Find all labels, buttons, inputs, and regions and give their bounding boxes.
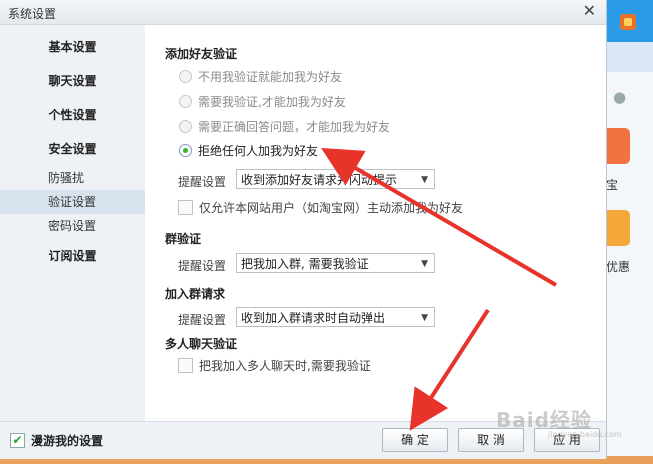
group-verify-heading: 群验证: [165, 232, 202, 246]
sidebar-item-basic[interactable]: 基本设置: [0, 35, 145, 59]
radio-label: 需要我验证,才能加我为好友: [198, 95, 346, 109]
multi-chat-heading: 多人聊天验证: [165, 337, 238, 351]
chevron-down-icon: ▼: [421, 259, 428, 269]
radio-answer-question[interactable]: 需要正确回答问题，才能加我为好友: [179, 117, 390, 137]
roam-settings-checkbox[interactable]: ✔ 漫游我的设置: [10, 432, 103, 450]
radio-no-verify[interactable]: 不用我验证就能加我为好友: [179, 67, 342, 87]
taobao-only-label: 仅允许本网站用户（如淘宝网）主动添加我为好友: [199, 201, 464, 215]
group-remind-dropdown[interactable]: 把我加入群, 需要我验证 ▼: [236, 253, 435, 273]
group-join-remind-dropdown[interactable]: 收到加入群请求时自动弹出 ▼: [236, 307, 435, 327]
contacts-icon[interactable]: ●: [613, 88, 626, 106]
multi-chat-checkbox[interactable]: 把我加入多人聊天时,需要我验证: [178, 357, 371, 375]
dialog-titlebar: 系统设置 ✕: [0, 0, 606, 25]
sidebar-item-subscription[interactable]: 订阅设置: [0, 244, 145, 268]
chevron-down-icon: ▼: [421, 313, 428, 323]
radio-circle-icon[interactable]: [179, 95, 192, 108]
settings-dialog: 系统设置 ✕ 基本设置 聊天设置 个性设置 安全设置 防骚扰 验证设置 密码设置…: [0, 0, 607, 459]
radio-label: 需要正确回答问题，才能加我为好友: [198, 120, 391, 134]
friend-remind-dropdown[interactable]: 收到添加好友请求并闪动提示 ▼: [236, 169, 435, 189]
taobao-only-checkbox[interactable]: 仅允许本网站用户（如淘宝网）主动添加我为好友: [178, 199, 463, 217]
group-join-remind-value: 收到加入群请求时自动弹出: [241, 311, 386, 325]
radio-circle-icon[interactable]: [179, 120, 192, 133]
shopping-app-label: 宝: [606, 178, 619, 192]
settings-sidebar: 基本设置 聊天设置 个性设置 安全设置 防骚扰 验证设置 密码设置 订阅设置: [0, 25, 145, 421]
sidebar-item-security[interactable]: 安全设置: [0, 137, 145, 161]
group-join-remind-label: 提醒设置: [178, 313, 227, 327]
shopping-app-icon[interactable]: [606, 128, 630, 164]
confirm-button[interactable]: 确 定: [382, 428, 448, 452]
baidu-watermark: Baid经验: [496, 408, 592, 432]
settings-content: 添加好友验证 不用我验证就能加我为好友 需要我验证,才能加我为好友 需要正确回答…: [145, 25, 606, 421]
dialog-title: 系统设置: [8, 7, 57, 21]
radio-need-verify[interactable]: 需要我验证,才能加我为好友: [179, 92, 346, 112]
baidu-watermark-url: jingyan.baidu.com: [548, 430, 622, 439]
friend-remind-value: 收到添加好友请求并闪动提示: [241, 173, 398, 187]
sidebar-item-verification[interactable]: 验证设置: [0, 190, 145, 214]
group-join-heading: 加入群请求: [165, 287, 226, 301]
chevron-down-icon: ▼: [421, 175, 428, 185]
group-remind-label: 提醒设置: [178, 259, 227, 273]
sidebar-item-password[interactable]: 密码设置: [0, 214, 145, 238]
radio-label: 不用我验证就能加我为好友: [198, 70, 343, 84]
sidebar-item-chat[interactable]: 聊天设置: [0, 69, 145, 93]
close-icon[interactable]: ✕: [583, 1, 596, 20]
coupon-app-label: 优惠: [606, 260, 631, 274]
radio-selected-icon[interactable]: [179, 144, 192, 157]
app-logo-icon: [620, 14, 636, 30]
multi-chat-label: 把我加入多人聊天时,需要我验证: [199, 359, 371, 373]
roam-settings-label: 漫游我的设置: [31, 434, 104, 448]
checkbox-icon[interactable]: [178, 200, 193, 215]
checkmark-icon[interactable]: ✔: [10, 433, 25, 448]
radio-label: 拒绝任何人加我为好友: [198, 144, 319, 158]
coupon-app-icon[interactable]: [606, 210, 630, 246]
friend-remind-label: 提醒设置: [178, 175, 227, 189]
group-remind-value: 把我加入群, 需要我验证: [241, 257, 369, 271]
background-app-panel: ● 宝 优惠: [606, 0, 653, 464]
radio-reject-all[interactable]: 拒绝任何人加我为好友: [179, 141, 318, 161]
sidebar-item-personal[interactable]: 个性设置: [0, 103, 145, 127]
background-app-toolbar: [606, 42, 653, 72]
checkbox-icon[interactable]: [178, 358, 193, 373]
radio-circle-icon[interactable]: [179, 70, 192, 83]
sidebar-item-anti-harassment[interactable]: 防骚扰: [0, 166, 145, 190]
friend-verify-heading: 添加好友验证: [165, 47, 238, 61]
